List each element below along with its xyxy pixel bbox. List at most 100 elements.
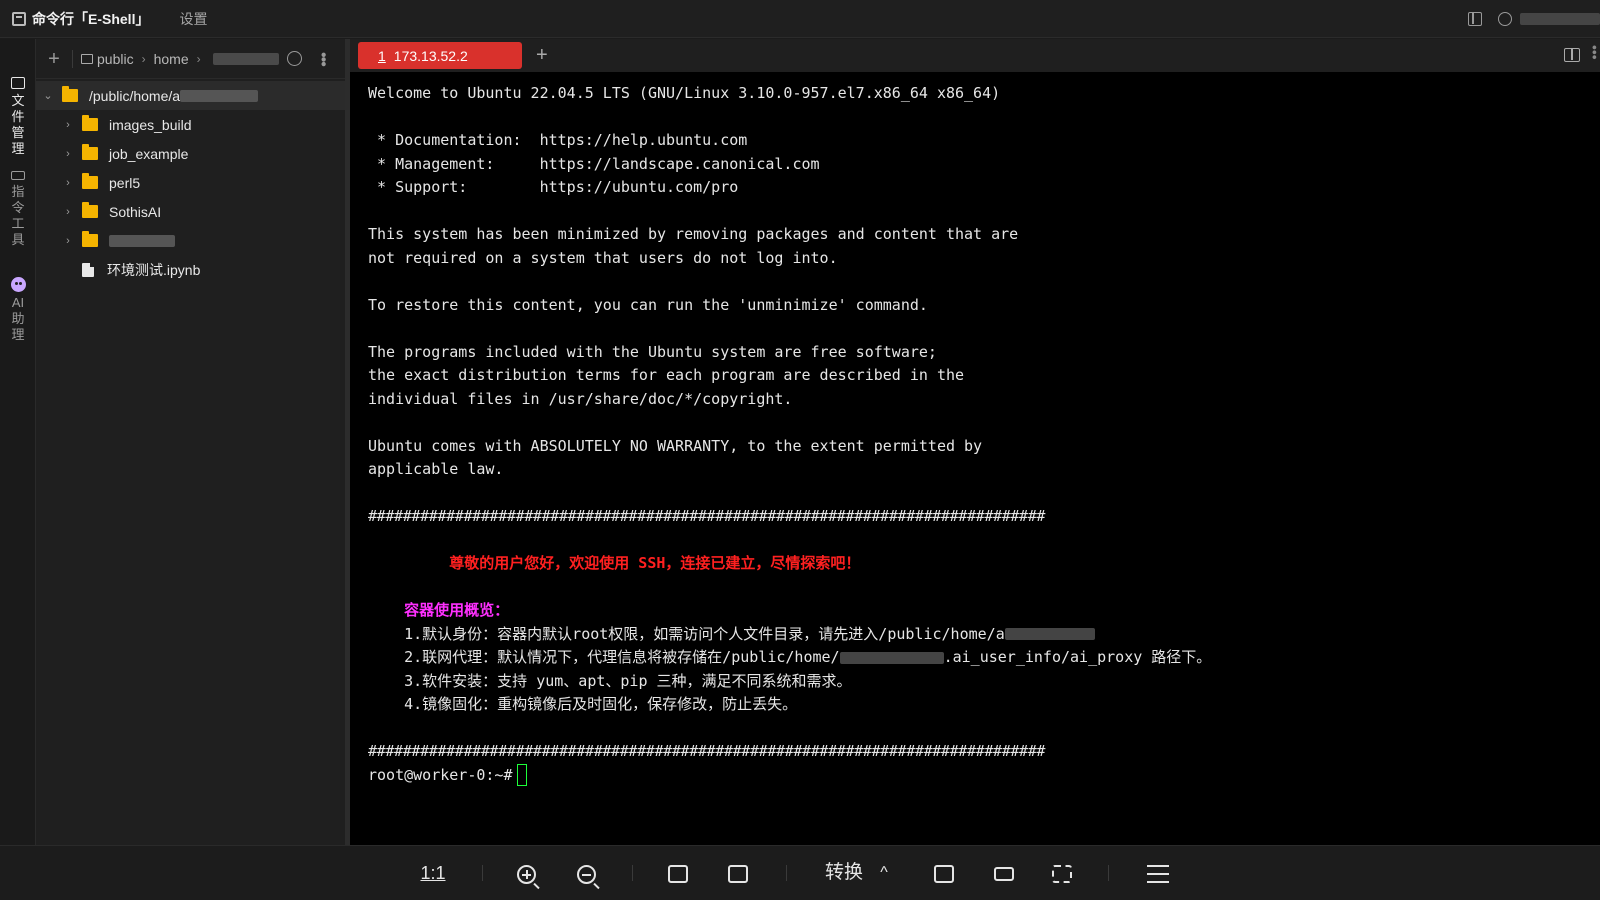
rotate-right-button[interactable]	[724, 860, 752, 886]
terminal-line: This system has been minimized by removi…	[368, 225, 1019, 243]
convert-button[interactable]: 转换	[822, 860, 866, 886]
tree-item-folder[interactable]: › images_build	[36, 110, 350, 139]
chevron-right-icon: ›	[141, 51, 146, 66]
folder-icon	[82, 173, 98, 189]
chevron-right-icon[interactable]: ›	[62, 177, 74, 189]
tab-label-char: 理	[11, 141, 25, 156]
more-options-icon[interactable]: •••	[1587, 45, 1600, 60]
actual-size-button[interactable]: 1:1	[418, 860, 448, 886]
terminal-line: individual files in /usr/share/doc/*/cop…	[368, 389, 793, 408]
user-icon[interactable]	[1498, 12, 1512, 26]
zoom-out-button[interactable]	[572, 860, 600, 886]
app-title: 命令行「E-Shell」	[32, 10, 150, 27]
prompt-line[interactable]: root@worker-0:~#	[368, 764, 1600, 788]
layout-icon[interactable]	[1468, 12, 1482, 26]
tab-label-char: 具	[11, 232, 25, 247]
print-button[interactable]	[990, 860, 1018, 886]
chevron-down-icon[interactable]: ⌄	[42, 89, 54, 102]
tree-root-folder[interactable]: ⌄ /public/home/a	[36, 81, 350, 110]
printer-icon	[994, 867, 1014, 882]
separator-line: ########################################…	[368, 507, 1046, 525]
tree-item-folder[interactable]: › SothisAI	[36, 197, 350, 226]
overview-title: 容器使用概览：	[368, 601, 510, 619]
tree-item-label: perl5	[109, 174, 141, 191]
edit-image-button[interactable]	[930, 860, 958, 886]
terminal-line: The programs included with the Ubuntu sy…	[368, 342, 937, 361]
menu-icon	[1147, 865, 1169, 884]
tree-item-folder[interactable]: ›	[36, 226, 350, 255]
history-icon[interactable]	[286, 51, 302, 66]
chevron-right-icon: ›	[196, 51, 201, 66]
tree-item-label: images_build	[109, 116, 192, 133]
tab-file-manager[interactable]: 文 件 管 理	[8, 77, 28, 157]
name-redacted	[180, 89, 259, 102]
split-view-icon[interactable]	[1564, 48, 1580, 62]
folder-icon	[62, 86, 78, 102]
rotate-right-icon	[728, 865, 748, 884]
terminal-line: applicable law.	[368, 460, 504, 478]
chevron-right-icon[interactable]: ›	[62, 206, 74, 218]
terminal-line: 2.联网代理：默认情况下，代理信息将被存储在/public/home/ .ai_u…	[368, 646, 1600, 670]
terminal-app-icon	[12, 11, 26, 26]
zoom-in-icon	[516, 864, 536, 884]
breadcrumb-public[interactable]: public	[97, 51, 134, 67]
tab-session[interactable]: 1 173.13.52.2	[358, 42, 522, 69]
terminal-line: * Support: https://ubuntu.com/pro	[368, 178, 739, 196]
folder-icon	[82, 202, 98, 218]
terminal-line: Welcome to Ubuntu 22.04.5 LTS (GNU/Linux…	[368, 84, 1001, 102]
folder-icon	[82, 231, 98, 247]
file-tree: ⌄ /public/home/a › images_build › job_ex…	[36, 79, 350, 284]
more-options-icon[interactable]: •••	[315, 52, 332, 66]
separator-line: ########################################…	[368, 742, 1046, 760]
tab-host: 173.13.52.2	[393, 47, 468, 64]
terminal-line: * Documentation: https://help.ubuntu.com	[368, 131, 748, 149]
folder-icon	[82, 144, 98, 160]
breadcrumb-home[interactable]: home	[154, 51, 189, 67]
chevron-right-icon[interactable]: ›	[62, 119, 74, 131]
file-icon	[82, 262, 94, 277]
rotate-left-button[interactable]	[664, 860, 692, 886]
tab-command-tools[interactable]: 指 令 工 具	[8, 171, 28, 248]
tab-label-char: 理	[11, 327, 25, 342]
rotate-left-icon	[668, 865, 688, 884]
note-text: 2.联网代理：默认情况下，代理信息将被存储在/public/home/	[368, 648, 840, 666]
tree-item-folder[interactable]: › job_example	[36, 139, 350, 168]
divider	[632, 865, 633, 881]
tab-ai-assistant[interactable]: AI 助 理	[8, 277, 28, 343]
zoom-in-button[interactable]	[512, 860, 540, 886]
add-icon[interactable]: +	[44, 49, 64, 69]
divider	[786, 865, 787, 881]
breadcrumb-redacted[interactable]	[212, 52, 279, 65]
username-redacted	[1520, 13, 1600, 25]
tab-label-char: 文	[11, 93, 25, 108]
caret-up-icon[interactable]: ^	[876, 860, 892, 886]
chevron-right-icon[interactable]: ›	[62, 148, 74, 160]
menu-button[interactable]	[1144, 860, 1172, 886]
note-text: 1.默认身份：容器内默认root权限，如需访问个人文件目录，请先进入/publi…	[368, 624, 1005, 643]
folder-icon	[11, 77, 25, 89]
zoom-out-icon	[576, 864, 596, 884]
tree-item-folder[interactable]: › perl5	[36, 168, 350, 197]
tree-item-label: job_example	[109, 145, 189, 162]
settings-menu[interactable]: 设置	[179, 9, 207, 29]
terminal-line: 4.镜像固化：重构镜像后及时固化，保存修改，防止丢失。	[368, 695, 798, 713]
chevron-right-icon[interactable]: ›	[62, 235, 74, 247]
note-text: .ai_user_info/ai_proxy 路径下。	[943, 648, 1212, 666]
tab-label-char: 件	[11, 109, 25, 124]
terminal-output[interactable]: Welcome to Ubuntu 22.04.5 LTS (GNU/Linux…	[350, 72, 1600, 845]
new-tab-icon[interactable]: +	[536, 44, 548, 67]
tree-item-file[interactable]: 环境测试.ipynb	[36, 255, 350, 284]
folder-outline-icon	[81, 53, 93, 64]
fullscreen-button[interactable]	[1048, 860, 1076, 886]
terminal-line: To restore this content, you can run the…	[368, 295, 928, 314]
terminal-line: not required on a system that users do n…	[368, 248, 838, 267]
tab-label-char: 指	[11, 184, 25, 199]
